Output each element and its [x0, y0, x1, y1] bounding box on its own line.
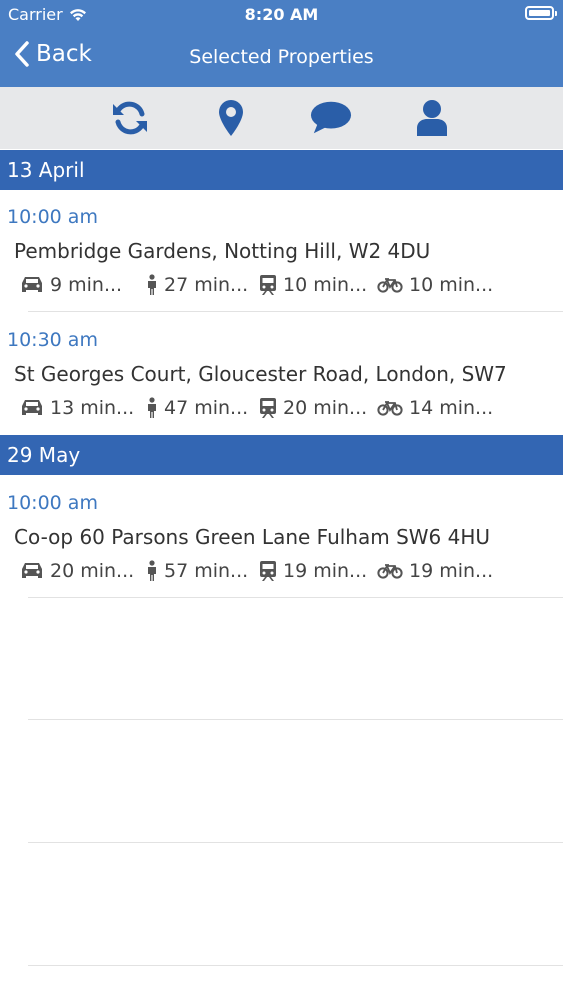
bike-icon [377, 278, 403, 293]
map-button[interactable] [210, 98, 252, 138]
bike-icon [377, 401, 403, 416]
row-divider [28, 597, 563, 598]
refresh-icon [113, 101, 147, 135]
row-divider [28, 719, 563, 720]
user-icon [417, 100, 447, 136]
train-icon [260, 398, 276, 418]
car-icon [22, 277, 42, 292]
train-icon [260, 275, 276, 295]
page-title: Selected Properties [189, 46, 374, 68]
bike-time: 10 min... [377, 274, 493, 296]
train-time: 19 min... [259, 560, 367, 582]
property-address[interactable]: St Georges Court, Gloucester Road, Londo… [14, 362, 507, 386]
map-pin-icon [219, 100, 243, 136]
train-time: 20 min... [259, 397, 367, 419]
status-time: 8:20 AM [244, 5, 319, 24]
property-address[interactable]: Pembridge Gardens, Notting Hill, W2 4DU [14, 239, 430, 263]
bike-time: 14 min... [377, 397, 493, 419]
appointment-time: 10:00 am [7, 492, 98, 514]
row-divider [28, 842, 563, 843]
top-bar: Carrier 8:20 AM Back Selected Properties [0, 0, 563, 87]
walk-time: 27 min... [146, 274, 248, 296]
walk-icon [148, 397, 156, 418]
row-divider [28, 311, 563, 312]
refresh-button[interactable] [109, 98, 151, 138]
walk-icon [148, 274, 156, 295]
status-bar: Carrier 8:20 AM [0, 0, 563, 30]
profile-button[interactable] [411, 98, 453, 138]
car-icon [22, 563, 42, 578]
walk-time: 57 min... [146, 560, 248, 582]
chat-bubble-icon [310, 101, 352, 134]
appointment-time: 10:30 am [7, 329, 98, 351]
train-icon [260, 561, 276, 581]
car-time: 9 min... [20, 274, 122, 296]
train-time: 10 min... [259, 274, 367, 296]
navigation-bar: Back Selected Properties [0, 30, 563, 87]
battery-icon [525, 6, 557, 20]
walk-time: 47 min... [146, 397, 248, 419]
car-time: 20 min... [20, 560, 134, 582]
appointment-time: 10:00 am [7, 206, 98, 228]
walk-icon [148, 560, 156, 581]
row-divider [28, 965, 563, 966]
toolbar [0, 87, 563, 149]
chat-button[interactable] [310, 98, 352, 138]
car-icon [22, 400, 42, 415]
date-header: 13 April [0, 150, 563, 190]
date-header: 29 May [0, 435, 563, 475]
car-time: 13 min... [20, 397, 134, 419]
bike-icon [377, 564, 403, 579]
bike-time: 19 min... [377, 560, 493, 582]
property-address[interactable]: Co-op 60 Parsons Green Lane Fulham SW6 4… [14, 525, 490, 549]
